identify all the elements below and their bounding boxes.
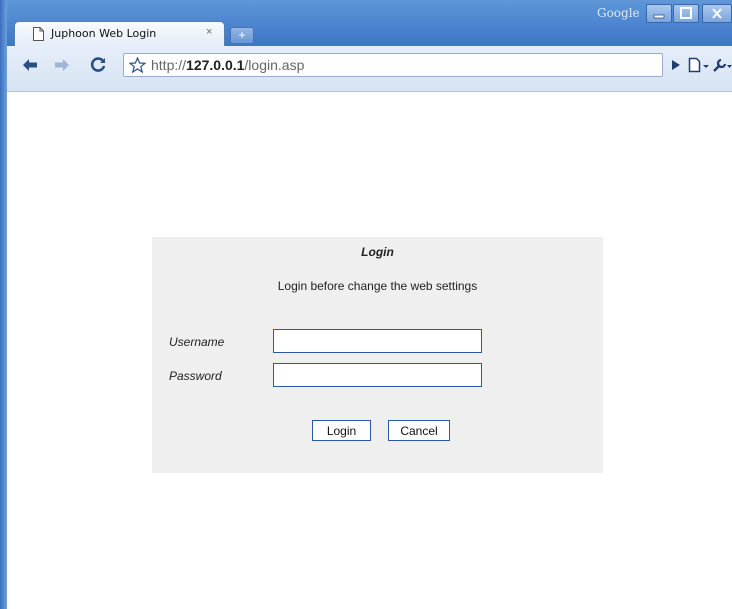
window-left-border [0, 0, 7, 609]
login-title: Login [361, 245, 394, 259]
page-menu-icon [688, 57, 709, 73]
tools-menu-button[interactable] [712, 54, 732, 76]
password-label: Password [169, 369, 222, 383]
browser-title-bar: Juphoon Web Login × + Google [0, 0, 732, 47]
go-button[interactable] [668, 54, 684, 76]
page-menu-button[interactable] [687, 54, 711, 76]
address-bar[interactable]: http://127.0.0.1/login.asp [123, 53, 663, 77]
reload-icon [90, 57, 106, 72]
username-label: Username [169, 335, 225, 349]
wrench-icon [713, 58, 732, 72]
bookmark-star-icon[interactable] [129, 57, 146, 73]
cancel-button[interactable]: Cancel [388, 420, 450, 441]
username-input[interactable] [273, 329, 482, 353]
maximize-icon [680, 7, 692, 19]
reload-button[interactable] [87, 54, 109, 76]
minimize-icon [653, 14, 665, 19]
close-tab-icon[interactable]: × [206, 26, 212, 38]
browser-toolbar: http://127.0.0.1/login.asp [0, 46, 732, 92]
login-subtitle: Login before change the web settings [277, 279, 478, 293]
back-button[interactable] [19, 54, 41, 76]
url-text: http://127.0.0.1/login.asp [151, 57, 305, 73]
close-icon [712, 8, 722, 19]
new-tab-button[interactable]: + [230, 27, 254, 44]
maximize-button[interactable] [673, 4, 699, 23]
page-icon [33, 27, 44, 41]
back-arrow-icon [23, 59, 37, 71]
password-input[interactable] [273, 363, 482, 387]
tab-title: Juphoon Web Login [51, 27, 157, 40]
browser-tab[interactable]: Juphoon Web Login × [14, 21, 225, 47]
play-icon [672, 60, 680, 70]
minimize-button[interactable] [646, 4, 672, 23]
close-window-button[interactable] [702, 4, 732, 23]
login-button[interactable]: Login [312, 420, 371, 441]
google-label: Google [597, 6, 640, 20]
login-panel: Login Login before change the web settin… [152, 237, 603, 473]
forward-button[interactable] [51, 54, 73, 76]
forward-arrow-icon [55, 59, 69, 71]
